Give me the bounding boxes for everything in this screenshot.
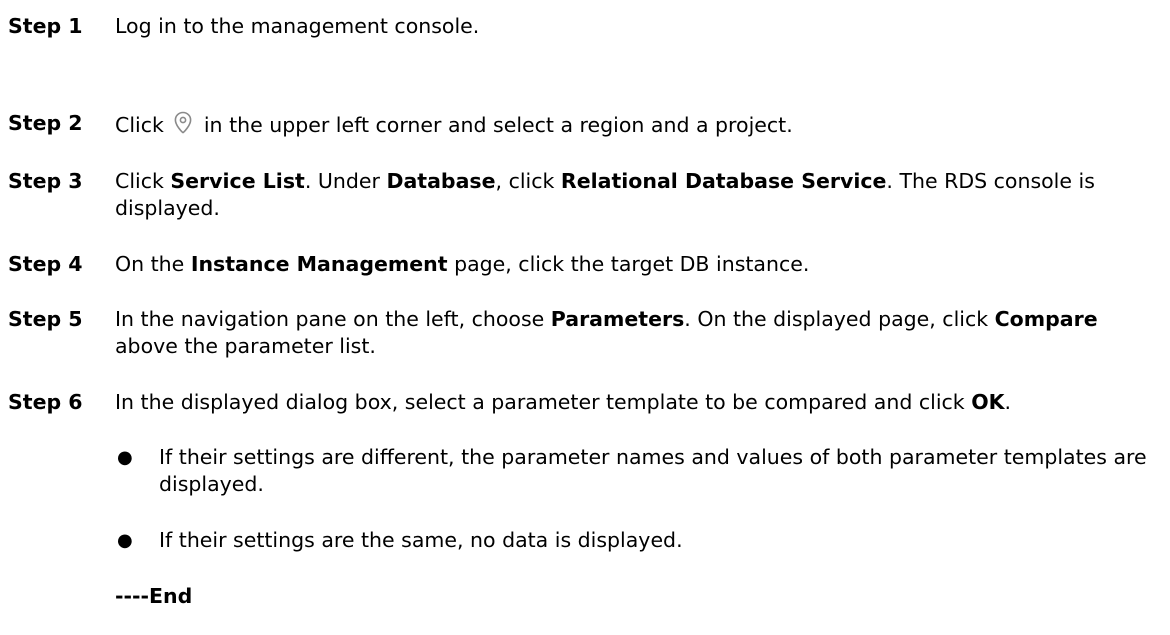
step-text-segment: . Under — [304, 169, 387, 193]
step-text-segment: In the navigation pane on the left, choo… — [115, 307, 551, 331]
step-text-segment: . On the displayed page, click — [684, 307, 995, 331]
location-pin-icon — [170, 110, 196, 136]
ui-term-instance-management: Instance Management — [190, 252, 448, 276]
step-label: Step 6 — [8, 390, 83, 414]
bullet-marker: ● — [117, 530, 133, 551]
ui-term-parameters: Parameters — [550, 307, 685, 331]
ui-term-ok: OK — [971, 390, 1005, 414]
step-label: Step 3 — [8, 169, 83, 193]
step-label: Step 5 — [8, 307, 83, 331]
ui-term-relational-database-service: Relational Database Service — [560, 169, 887, 193]
step-text-segment: Log in to the management console. — [115, 14, 480, 38]
bullet-text: If their settings are the same, no data … — [159, 528, 683, 552]
step-text: In the displayed dialog box, select a pa… — [115, 389, 1165, 416]
step-text-segment: Click — [115, 113, 164, 137]
bullet-text: If their settings are different, the par… — [159, 445, 1147, 496]
step-text: On the Instance Management page, click t… — [115, 251, 1165, 278]
ui-term-service-list: Service List — [170, 169, 305, 193]
step-text-segment: On the — [115, 252, 191, 276]
ui-term-database: Database — [386, 169, 496, 193]
step-label: Step 1 — [8, 14, 83, 38]
step-text-segment: . — [1004, 390, 1012, 414]
step-text-segment: , click — [495, 169, 561, 193]
procedure-document: Step 1 Log in to the management console.… — [0, 0, 1170, 635]
step-text: In the navigation pane on the left, choo… — [115, 306, 1165, 360]
step-text-segment: page, click the target DB instance. — [447, 252, 810, 276]
bullet-marker: ● — [117, 447, 133, 468]
step-text: Click in the upper left corner and select… — [115, 110, 1165, 139]
step-label: Step 4 — [8, 252, 83, 276]
end-mark: ----End — [115, 584, 193, 608]
ui-term-compare: Compare — [994, 307, 1098, 331]
step-text-segment: in the upper left corner and select a re… — [203, 113, 793, 137]
step-label: Step 2 — [8, 111, 83, 135]
step-text-segment: above the parameter list. — [115, 334, 376, 358]
step-text-segment: Click — [115, 169, 171, 193]
step-text: Click Service List. Under Database, clic… — [115, 168, 1165, 222]
step-text: Log in to the management console. — [115, 13, 1165, 40]
step-text-segment: In the displayed dialog box, select a pa… — [115, 390, 972, 414]
